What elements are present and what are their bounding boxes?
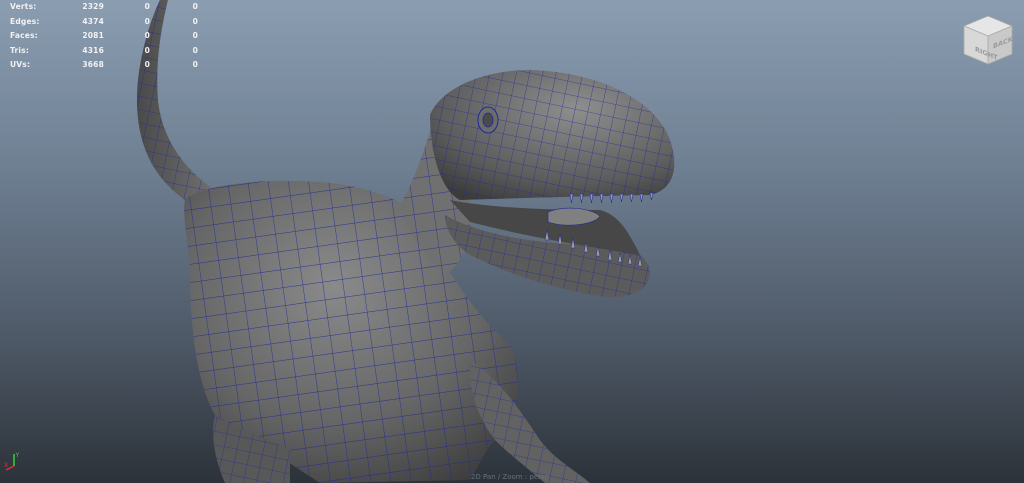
hud-row-edges: Edges: 4374 0 0 [10,15,200,30]
hud-row-tris: Tris: 4316 0 0 [10,44,200,59]
hud-value: 0 [144,2,150,11]
hud-value: 2081 [82,31,104,40]
3d-viewport[interactable]: Verts: 2329 0 0 Edges: 4374 0 0 Faces: 2… [0,0,1024,483]
hud-label: UVs: [10,60,31,69]
viewcube[interactable]: RIGHT BACK [960,14,1016,66]
hud-value: 0 [192,60,198,69]
hud-label: Verts: [10,2,37,11]
hud-label: Edges: [10,16,40,26]
hud-label: Faces: [10,31,38,40]
hud-value: 0 [192,16,198,26]
poly-count-hud: Verts: 2329 0 0 Edges: 4374 0 0 Faces: 2… [10,0,200,73]
hud-value: 0 [192,2,198,11]
hud-row-verts: Verts: 2329 0 0 [10,0,200,15]
hud-value: 4316 [82,45,104,55]
hud-value: 0 [144,45,150,55]
camera-name-label: 2D Pan / Zoom : persp [470,473,550,481]
hud-value: 2329 [82,2,104,11]
hud-row-uvs: UVs: 3668 0 0 [10,58,200,73]
hud-label: Tris: [10,45,30,55]
hud-value: 0 [192,31,198,40]
axis-y-label: Y [15,452,20,459]
hud-value: 0 [192,45,198,55]
hud-value: 4374 [82,16,104,26]
axis-gizmo-icon: Y X [4,452,20,471]
axis-x-label: X [4,462,8,469]
hud-row-faces: Faces: 2081 0 0 [10,29,200,44]
hud-value: 3668 [82,60,104,69]
hud-value: 0 [144,16,150,26]
hud-value: 0 [144,31,150,40]
hud-value: 0 [144,60,150,69]
